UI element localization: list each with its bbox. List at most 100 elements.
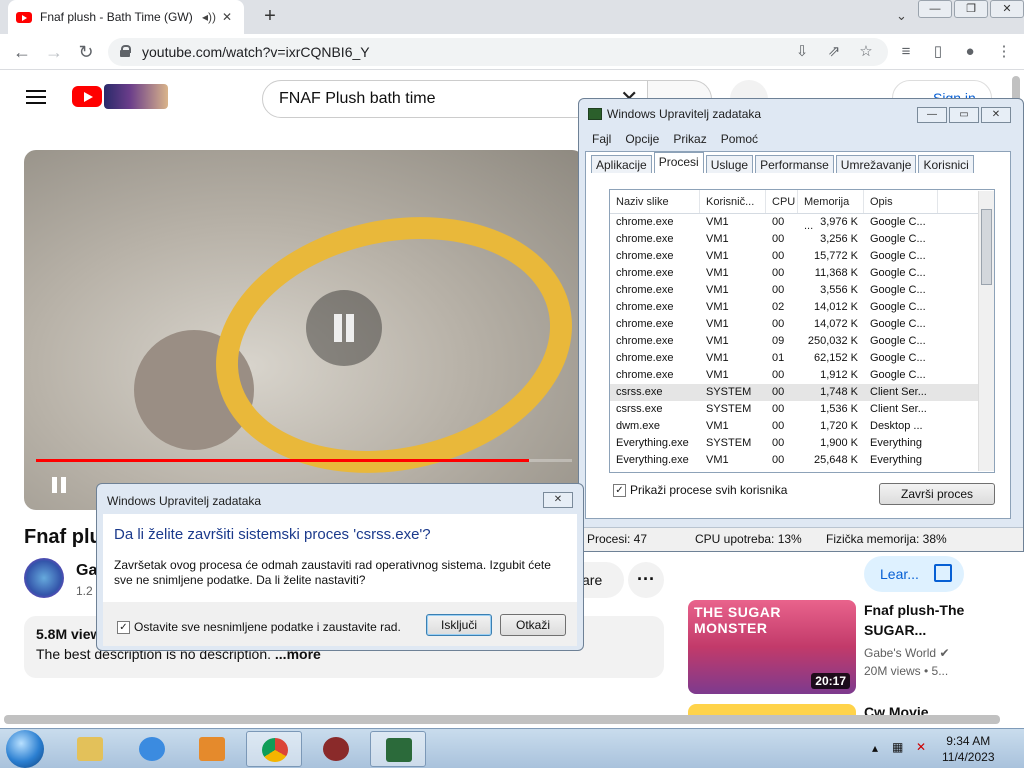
- audio-playing-icon[interactable]: ◂)): [200, 10, 218, 24]
- menu-kebab-icon[interactable]: ⋮: [994, 42, 1014, 62]
- tm-minimize-button[interactable]: —: [917, 107, 947, 123]
- column-header-0[interactable]: Naziv slike: [610, 190, 700, 213]
- process-row[interactable]: chrome.exe VM1 00 3,976 K Google C...: [610, 214, 994, 231]
- process-cell: Google C...: [870, 267, 926, 279]
- show-hidden-icons[interactable]: ▴: [872, 741, 878, 755]
- network-icon[interactable]: ▦: [892, 740, 903, 754]
- menu-item-1[interactable]: Opcije: [625, 129, 659, 149]
- start-button[interactable]: [6, 730, 44, 768]
- explorer-taskbar-button[interactable]: [62, 731, 118, 767]
- process-cell: 09: [772, 335, 785, 347]
- back-button[interactable]: ←: [10, 40, 34, 64]
- tab-5[interactable]: Korisnici: [918, 155, 974, 173]
- minimize-button[interactable]: —: [918, 0, 952, 18]
- share-icon[interactable]: ⇗: [824, 42, 844, 62]
- tm-close-button[interactable]: ✕: [981, 107, 1011, 123]
- new-tab-button[interactable]: +: [258, 5, 282, 28]
- thumbnail-text: THE SUGAR MONSTER: [694, 604, 781, 636]
- cancel-button[interactable]: Otkaži: [500, 614, 566, 636]
- video-player[interactable]: [24, 150, 584, 510]
- guide-menu-icon[interactable]: [26, 90, 46, 104]
- column-header-2[interactable]: CPU: [766, 190, 798, 213]
- menu-item-3[interactable]: Pomoć: [721, 129, 758, 149]
- scroll-thumb[interactable]: [981, 209, 992, 285]
- process-row[interactable]: chrome.exe VM1 00 1,912 K Google C...: [610, 367, 994, 384]
- process-row[interactable]: csrss.exe SYSTEM 00 1,536 K Client Ser...: [610, 401, 994, 418]
- media-player-icon: [199, 737, 225, 761]
- tab-1[interactable]: Procesi: [653, 152, 704, 173]
- tab-4[interactable]: Umrežavanje: [835, 155, 917, 173]
- volume-muted-icon[interactable]: ✕: [916, 740, 926, 754]
- channel-avatar[interactable]: [24, 558, 64, 598]
- channel-name[interactable]: Ga: [76, 562, 97, 580]
- tab-search-icon[interactable]: ⌄: [896, 8, 907, 24]
- tab-2[interactable]: Usluge: [705, 155, 754, 173]
- address-bar[interactable]: youtube.com/watch?v=ixrCQNBI6_Y: [108, 38, 888, 66]
- show-all-label: Prikaži procese svih korisnika: [630, 483, 788, 497]
- process-row[interactable]: Everything.exe SYSTEM 00 1,900 K Everything: [610, 435, 994, 452]
- process-row[interactable]: chrome.exe VM1 00 14,072 K Google C...: [610, 316, 994, 333]
- install-icon[interactable]: ⇩: [792, 42, 812, 62]
- column-header-4[interactable]: Opis: [864, 190, 938, 213]
- process-row[interactable]: chrome.exe VM1 00 11,368 K Google C...: [610, 265, 994, 282]
- process-list-scrollbar[interactable]: [978, 191, 994, 471]
- process-cell: 1,720 K: [820, 420, 858, 432]
- process-row[interactable]: Everything.exe VM1 00 25,648 K Everything: [610, 452, 994, 469]
- process-row[interactable]: chrome.exe VM1 09 250,032 K Google C...: [610, 333, 994, 350]
- show-all-users[interactable]: ✓ Prikaži procese svih korisnika: [613, 483, 787, 497]
- abandon-data-checkbox[interactable]: ✓: [117, 620, 130, 634]
- recommended-channel[interactable]: Gabe's World ✔: [864, 646, 950, 660]
- process-row[interactable]: chrome.exe VM1 01 62,152 K Google C...: [610, 350, 994, 367]
- menu-item-0[interactable]: Fajl: [592, 129, 611, 149]
- pause-button-icon[interactable]: [50, 475, 68, 495]
- lock-icon: [120, 45, 131, 57]
- bookmark-star-icon[interactable]: ☆: [856, 42, 876, 62]
- close-tab-icon[interactable]: ✕: [218, 10, 236, 24]
- restore-button[interactable]: ❐: [954, 0, 988, 18]
- process-row[interactable]: csrss.exe SYSTEM 00 1,748 K Client Ser...: [610, 384, 994, 401]
- tab-0[interactable]: Aplikacije: [591, 155, 652, 173]
- close-window-button[interactable]: ✕: [990, 0, 1024, 18]
- show-all-checkbox[interactable]: ✓: [613, 483, 626, 497]
- shutdown-button[interactable]: Isključi: [426, 614, 492, 636]
- tab-3[interactable]: Performanse: [755, 155, 834, 173]
- media-player-taskbar-button[interactable]: [184, 731, 240, 767]
- youtube-doodle-image[interactable]: [104, 84, 168, 109]
- recommended-thumbnail[interactable]: THE SUGAR MONSTER 20:17: [688, 600, 856, 694]
- more-actions-button[interactable]: ···: [628, 562, 664, 598]
- process-row[interactable]: chrome.exe VM1 00 3,256 K Google C...: [610, 231, 994, 248]
- process-cell: 00: [772, 267, 785, 279]
- end-process-button[interactable]: Završi proces: [879, 483, 995, 505]
- process-row[interactable]: dwm.exe VM1 00 1,720 K Desktop ...: [610, 418, 994, 435]
- page-horizontal-scrollbar[interactable]: [4, 715, 1000, 724]
- tm-maximize-button[interactable]: ▭: [949, 107, 979, 123]
- side-panel-icon[interactable]: ▯: [928, 42, 948, 62]
- process-cell: 1,536 K: [820, 403, 858, 415]
- process-row[interactable]: chrome.exe VM1 00 3,556 K Google C...: [610, 282, 994, 299]
- browser-tab[interactable]: Fnaf plush - Bath Time (GW) ◂)) ✕: [8, 0, 244, 34]
- clock[interactable]: 9:34 AM 11/4/2023: [942, 733, 995, 765]
- dialog-close-button[interactable]: ✕: [543, 492, 573, 508]
- profile-icon[interactable]: ●: [960, 42, 980, 62]
- process-row[interactable]: chrome.exe VM1 00 15,772 K Google C...: [610, 248, 994, 265]
- abandon-data-option[interactable]: ✓ Ostavite sve nesnimljene podatke i zaus…: [117, 620, 401, 634]
- learn-more-button[interactable]: Lear...: [864, 556, 964, 592]
- recommended-title[interactable]: Fnaf plush-The SUGAR...: [864, 600, 1004, 640]
- reload-button[interactable]: ↻: [74, 40, 98, 64]
- chrome-taskbar-button[interactable]: [246, 731, 302, 767]
- youtube-logo[interactable]: [72, 86, 102, 107]
- video-progress-bar[interactable]: [36, 459, 572, 462]
- column-header-3[interactable]: Memorija ...: [798, 190, 864, 232]
- task-manager-taskbar-button[interactable]: [370, 731, 426, 767]
- column-header-1[interactable]: Korisnič...: [700, 190, 766, 213]
- menu-item-2[interactable]: Prikaz: [673, 129, 706, 149]
- forward-button[interactable]: →: [42, 40, 66, 64]
- process-list[interactable]: Naziv slike Korisnič... CPU Memorija ... Opi…: [609, 189, 995, 473]
- process-row[interactable]: chrome.exe VM1 02 14,012 K Google C...: [610, 299, 994, 316]
- process-cell: chrome.exe: [616, 216, 674, 228]
- app-taskbar-button[interactable]: [308, 731, 364, 767]
- media-control-icon[interactable]: ≡: [896, 42, 916, 62]
- process-cell: VM1: [706, 233, 729, 245]
- ie-taskbar-button[interactable]: [124, 731, 180, 767]
- pause-overlay-icon[interactable]: [306, 290, 382, 366]
